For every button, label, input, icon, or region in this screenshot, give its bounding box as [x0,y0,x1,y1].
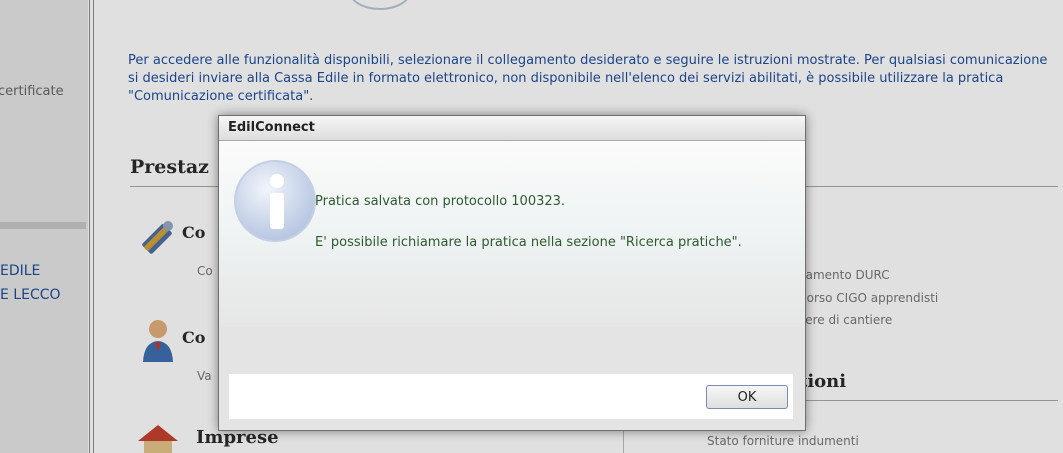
dialog-message-protocol: Pratica salvata con protocollo 100323. [315,194,566,209]
dialog-titlebar[interactable]: EdilConnect [219,116,805,141]
dialog-body: Pratica salvata con protocollo 100323. E… [219,141,805,327]
info-icon [234,160,316,242]
dialog-title: EdilConnect [228,120,315,135]
ok-button[interactable]: OK [706,385,788,409]
dialog-message-hint: E' possibile richiamare la pratica nella… [315,235,742,250]
message-dialog: EdilConnect Pratica salvata con protocol… [218,115,806,431]
dialog-footer: OK [229,374,793,419]
